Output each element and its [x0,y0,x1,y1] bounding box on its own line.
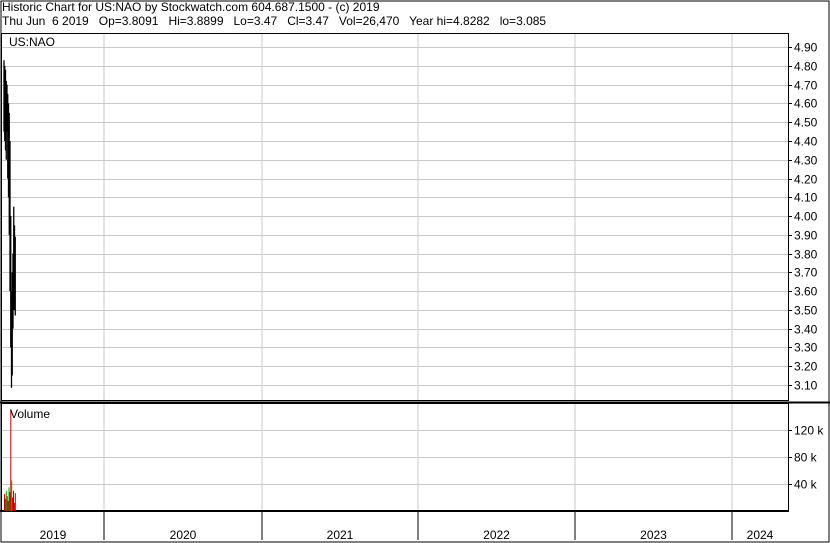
price-tick-label: 4.40 [794,135,818,149]
price-tick-label: 4.10 [794,191,818,205]
volume-bar [10,409,12,511]
outer-frame [0,0,830,543]
price-tick-label: 4.60 [794,97,818,111]
volume-tick-label: 40 k [794,478,818,492]
price-tick-label: 3.10 [794,379,818,393]
price-tick-label: 3.40 [794,323,818,337]
volume-bar [14,493,16,511]
volume-tick-label: 120 k [794,424,824,438]
x-tick-label: 2020 [170,528,197,542]
price-axis: 4.90 4.80 4.70 4.60 4.50 4.40 4.30 4.20 4.10 4.00… [788,41,818,393]
price-tick-label: 3.90 [794,229,818,243]
price-tick-label: 4.90 [794,41,818,55]
volume-bar [4,494,5,511]
volume-bar [8,487,10,511]
price-tick-label: 3.60 [794,285,818,299]
volume-bar [13,490,14,511]
x-tick-label: 2024 [747,528,774,542]
grid-lines [2,34,788,540]
x-axis: 2019 2020 2021 2022 2023 2024 [40,528,774,542]
header-title: Historic Chart for US:NAO by Stockwatch.… [2,0,380,14]
price-tick-label: 4.80 [794,60,818,74]
price-series [3,60,16,388]
volume-bar [11,480,13,511]
x-tick-label: 2022 [483,528,510,542]
volume-bar [4,498,6,511]
volume-bar [13,502,15,511]
volume-bar [12,497,14,511]
volume-tick-label: 80 k [794,451,818,465]
price-tick-label: 4.30 [794,154,818,168]
price-tick-label: 4.70 [794,79,818,93]
price-tick-label: 3.30 [794,341,818,355]
volume-bar [5,490,7,511]
volume-bar [9,492,11,511]
volume-series [4,409,16,511]
x-tick-label: 2019 [40,528,67,542]
volume-axis: 120 k 80 k 40 k [788,424,824,492]
price-tick-label: 3.20 [794,360,818,374]
x-tick-label: 2023 [640,528,667,542]
symbol-label: US:NAO [9,35,55,49]
volume-bar [6,496,8,511]
price-tick-label: 3.80 [794,248,818,262]
volume-bar [7,500,9,511]
price-tick-label: 3.50 [794,304,818,318]
panel-frames [0,0,830,543]
price-tick-label: 3.70 [794,266,818,280]
price-tick-label: 4.20 [794,173,818,187]
x-tick-label: 2021 [327,528,354,542]
price-tick-label: 4.00 [794,210,818,224]
stock-chart: 4.90 4.80 4.70 4.60 4.50 4.40 4.30 4.20 4.10 4.00… [0,0,830,543]
chart-header: Historic Chart for US:NAO by Stockwatch.… [2,0,828,28]
volume-label: Volume [10,407,50,421]
header-quote: Thu Jun 6 2019 Op=3.8091 Hi=3.8899 Lo=3.… [2,14,547,28]
price-tick-label: 4.50 [794,116,818,130]
